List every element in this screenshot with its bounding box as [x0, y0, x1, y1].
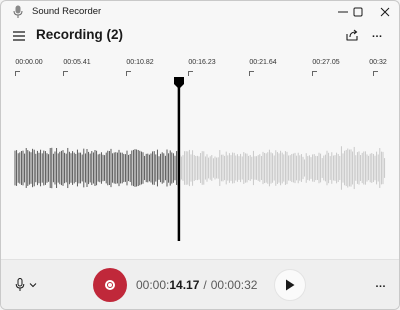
timeline-tick-mark — [188, 71, 193, 76]
close-icon — [380, 7, 390, 17]
time-separator: / — [203, 278, 207, 292]
audio-waveform[interactable] — [1, 81, 399, 251]
timeline-tick-mark — [312, 71, 317, 76]
microphone-app-icon — [13, 5, 23, 18]
page-title: Recording (2) — [36, 27, 124, 42]
timeline-tick-label: 00:21.64 — [249, 59, 277, 66]
hamburger-icon[interactable] — [12, 29, 26, 43]
timeline-tick-mark — [249, 71, 254, 76]
timeline-tick-mark — [126, 71, 131, 76]
play-button[interactable] — [274, 269, 306, 301]
timeline-tick-mark — [373, 71, 378, 76]
elapsed-time-prefix: 00:00: — [136, 278, 170, 292]
play-icon — [286, 279, 295, 291]
title-bar: Sound Recorder — [1, 1, 399, 23]
sound-recorder-window: Sound Recorder Recording (2) … 00:00.00 … — [0, 0, 400, 310]
app-title: Sound Recorder — [32, 6, 102, 17]
total-duration: 00:00:32 — [210, 278, 258, 292]
timeline-tick-label: 00:16.23 — [188, 59, 216, 66]
timeline-tick-label: 00:10.82 — [126, 59, 154, 66]
record-icon — [105, 280, 115, 290]
time-display: 00:00:14.17/00:00:32 — [136, 278, 257, 292]
close-button[interactable] — [369, 1, 399, 23]
more-options-button-bottom[interactable]: … — [375, 278, 386, 290]
more-options-button[interactable]: … — [369, 27, 385, 43]
timeline-ruler[interactable]: 00:00.00 00:05.41 00:10.82 00:16.23 00:2… — [1, 59, 399, 79]
microphone-icon — [15, 278, 25, 291]
chevron-down-icon — [29, 283, 37, 288]
share-icon[interactable] — [344, 27, 360, 43]
timeline-tick-label: 00:27.05 — [312, 59, 340, 66]
timeline-tick-mark — [15, 71, 20, 76]
elapsed-time-main: 14.17 — [169, 278, 200, 292]
maximize-icon — [353, 7, 363, 17]
timeline-tick-label: 00:32 — [369, 59, 387, 66]
timeline-tick-mark — [63, 71, 68, 76]
timeline-tick-label: 00:05.41 — [63, 59, 91, 66]
record-button[interactable] — [93, 268, 127, 302]
playhead-handle[interactable] — [173, 77, 184, 89]
timeline-tick-label: 00:00.00 — [15, 59, 43, 66]
microphone-selector[interactable] — [15, 278, 37, 292]
bottom-control-bar: 00:00:14.17/00:00:32 … — [1, 259, 399, 309]
